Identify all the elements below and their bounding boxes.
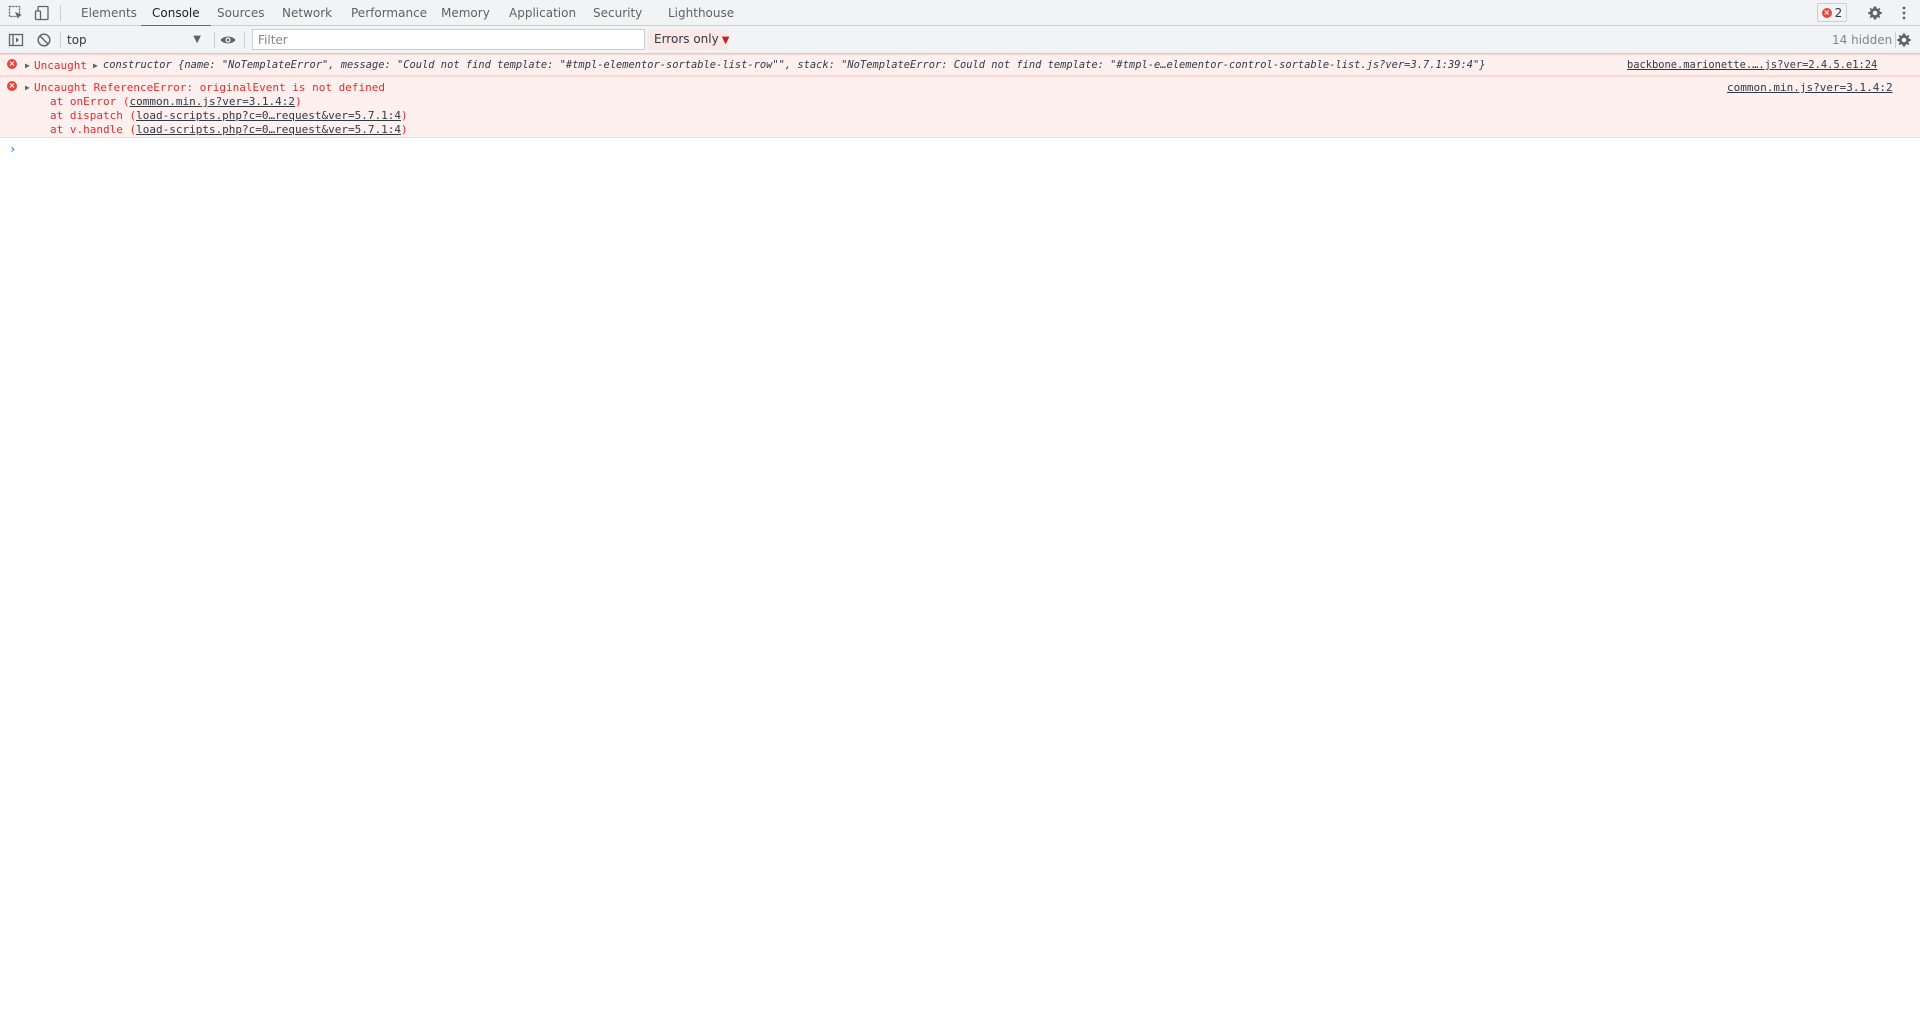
stack-frame-suffix: ) <box>295 95 302 108</box>
clear-console-icon[interactable] <box>35 31 53 49</box>
stack-frame-prefix: at dispatch ( <box>50 109 137 122</box>
sidebar-toggle-icon[interactable] <box>7 31 25 49</box>
expand-object-triangle-icon[interactable]: ▶ <box>93 61 98 70</box>
inspect-element-icon[interactable] <box>7 4 25 22</box>
console-prompt[interactable]: › <box>9 142 16 156</box>
error-count-badge[interactable]: × 2 <box>1817 3 1847 22</box>
dropdown-arrow-icon: ▼ <box>721 35 730 46</box>
tab-sources[interactable]: Sources <box>217 0 264 26</box>
kebab-menu-icon[interactable] <box>1895 4 1913 22</box>
console-error-message: × ▶ Uncaught ReferenceError: originalEve… <box>0 76 1920 138</box>
tab-performance[interactable]: Performance <box>351 0 427 26</box>
error-icon: × <box>7 59 17 69</box>
toolbar-divider <box>60 5 61 21</box>
tab-network[interactable]: Network <box>282 0 332 26</box>
stack-frame-suffix: ) <box>401 123 408 136</box>
filter-input-box <box>252 29 645 50</box>
context-selector[interactable]: top ▼ <box>67 31 205 49</box>
stack-frame-link[interactable]: common.min.js?ver=3.1.4:2 <box>129 95 295 108</box>
error-count: 2 <box>1834 5 1843 20</box>
tab-memory[interactable]: Memory <box>441 0 490 26</box>
device-toolbar-icon[interactable] <box>33 4 51 22</box>
log-levels-dropdown[interactable]: Errors only ▼ <box>648 29 730 50</box>
error-icon: × <box>7 81 17 91</box>
stack-frame: at onError (common.min.js?ver=3.1.4:2) <box>50 95 302 108</box>
console-error-message: × ▶ Uncaught ▶ constructor {name: "NoTem… <box>0 54 1920 76</box>
error-prefix: Uncaught <box>34 59 87 72</box>
toolbar-divider <box>244 32 245 48</box>
toolbar-divider <box>214 32 215 48</box>
stack-frame-suffix: ) <box>401 109 408 122</box>
console-toolbar: top ▼ Errors only▼ 14 hidden <box>0 26 1920 54</box>
toolbar-divider <box>60 32 61 48</box>
stack-frame-prefix: at v.handle ( <box>50 123 137 136</box>
tab-lighthouse[interactable]: Lighthouse <box>668 0 734 26</box>
source-link[interactable]: backbone.marionette.….js?ver=2.4.5.e1:24 <box>1627 59 1877 71</box>
stack-frame: at v.handle (load-scripts.php?c=0…reques… <box>50 123 408 136</box>
eye-icon[interactable] <box>219 31 237 49</box>
error-text: Uncaught ReferenceError: originalEvent i… <box>34 81 385 94</box>
context-value: top <box>67 33 87 47</box>
expand-triangle-icon[interactable]: ▶ <box>25 83 30 92</box>
tab-console[interactable]: Console <box>141 0 211 27</box>
error-icon: × <box>1821 7 1832 18</box>
log-levels-value: Errors only <box>654 32 719 46</box>
stack-frame: at dispatch (load-scripts.php?c=0…reques… <box>50 109 408 122</box>
console-settings-gear-icon[interactable] <box>1895 31 1913 49</box>
devtools-tab-bar: Elements Console Sources Network Perform… <box>0 0 1920 27</box>
stack-frame-link[interactable]: load-scripts.php?c=0…request&ver=5.7.1:4 <box>136 109 401 122</box>
filter-input[interactable] <box>253 30 644 49</box>
error-object-preview[interactable]: constructor {name: "NoTemplateError", me… <box>103 59 1486 72</box>
gear-icon[interactable] <box>1866 4 1884 22</box>
source-link[interactable]: common.min.js?ver=3.1.4:2 <box>1727 81 1893 94</box>
tab-application[interactable]: Application <box>509 0 576 26</box>
dropdown-arrow-icon: ▼ <box>193 34 201 45</box>
expand-triangle-icon[interactable]: ▶ <box>25 61 30 70</box>
stack-frame-prefix: at onError ( <box>50 95 130 108</box>
stack-frame-link[interactable]: load-scripts.php?c=0…request&ver=5.7.1:4 <box>136 123 401 136</box>
tab-elements[interactable]: Elements <box>81 0 137 26</box>
tab-security[interactable]: Security <box>593 0 642 26</box>
hidden-messages-count: 14 hidden <box>1832 33 1893 47</box>
